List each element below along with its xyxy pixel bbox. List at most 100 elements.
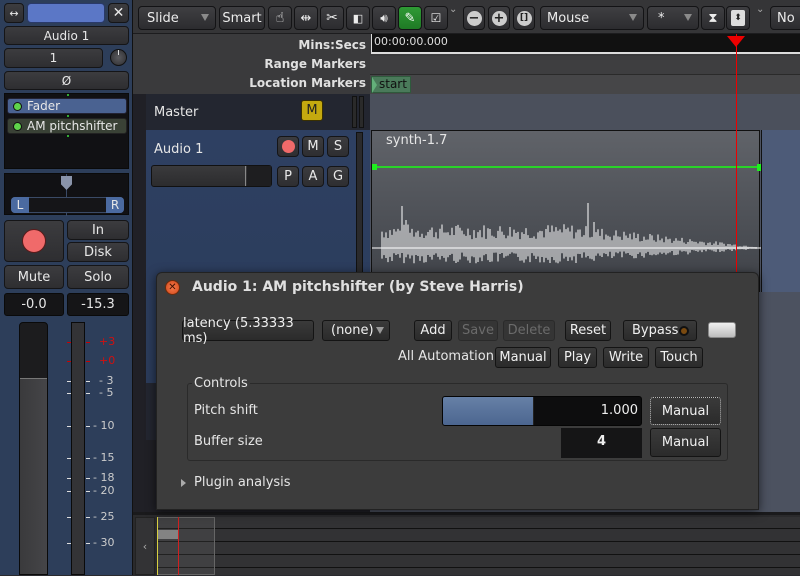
buffer-size-automation-button[interactable]: Manual bbox=[650, 428, 721, 457]
editor-toolbar: Slide Smart ☝ ⇹ ✂ ◧ 🔊︎ ✎ ☑ ⌄ − + [] Mous… bbox=[133, 0, 800, 34]
processor-active-led-icon[interactable] bbox=[14, 122, 21, 130]
latency-button[interactable]: latency (5.33333 ms) bbox=[182, 316, 314, 346]
automation-manual-button[interactable]: Manual bbox=[495, 347, 551, 368]
internal-edit-tool-button[interactable]: ☑ bbox=[424, 6, 448, 30]
meter-tick bbox=[67, 393, 71, 394]
track-name-button[interactable]: Audio 1 bbox=[4, 26, 129, 45]
processor-active-led-icon[interactable] bbox=[14, 102, 21, 110]
zoom-focus-value: Mouse bbox=[547, 10, 590, 26]
audition-tool-button[interactable]: 🔊︎ bbox=[372, 6, 396, 30]
phase-invert-button[interactable]: Ø bbox=[4, 71, 129, 90]
preset-delete-button[interactable]: Delete bbox=[503, 320, 555, 341]
pitch-shift-slider[interactable]: 1.000 bbox=[442, 396, 642, 426]
stretch-tool-button[interactable]: ◧ bbox=[346, 6, 370, 30]
zoom-expand-chevron-icon[interactable]: ⌄ bbox=[756, 4, 764, 15]
track-name-master[interactable]: Master bbox=[154, 105, 198, 120]
start-marker[interactable]: start bbox=[371, 76, 411, 93]
region-gain-line[interactable] bbox=[373, 166, 760, 168]
monitor-input-button[interactable]: In bbox=[67, 220, 129, 240]
meter-scale-label: +0 bbox=[99, 354, 116, 367]
zoom-focus-select[interactable]: Mouse bbox=[540, 6, 644, 30]
meter-scale-label: - 18 bbox=[93, 471, 115, 484]
summary-scroll-left-button[interactable]: ‹ bbox=[135, 517, 155, 575]
input-button[interactable]: 1 bbox=[4, 48, 103, 68]
window-title: Audio 1: AM pitchshifter (by Steve Harri… bbox=[192, 279, 524, 295]
tools-expand-chevron-icon[interactable]: ⌄ bbox=[449, 4, 457, 15]
speaker-icon: 🔊︎ bbox=[380, 10, 388, 25]
track-gain-slider[interactable] bbox=[151, 165, 272, 187]
monitor-disk-button[interactable]: Disk bbox=[67, 242, 129, 262]
hide-strip-button[interactable]: ✕ bbox=[108, 3, 129, 23]
track-playlist-button[interactable]: P bbox=[277, 166, 299, 187]
meter-tick bbox=[86, 458, 90, 459]
automation-touch-button[interactable]: Touch bbox=[655, 347, 703, 368]
summary-viewport[interactable] bbox=[157, 517, 215, 575]
gain-fader[interactable] bbox=[19, 322, 48, 575]
zoom-out-button[interactable]: − bbox=[463, 6, 485, 30]
processor-fader[interactable]: Fader bbox=[7, 98, 127, 114]
automation-play-button[interactable]: Play bbox=[558, 347, 597, 368]
gain-display[interactable]: -0.0 bbox=[4, 293, 64, 316]
zoom-in-button[interactable]: + bbox=[488, 6, 510, 30]
meter-tick bbox=[67, 342, 71, 343]
meter-tick bbox=[67, 517, 71, 518]
close-window-button[interactable]: ✕ bbox=[165, 280, 180, 295]
record-enable-button[interactable] bbox=[4, 220, 64, 262]
track-meter bbox=[356, 132, 363, 282]
timecode-label: 00:00:00.000 bbox=[374, 35, 448, 48]
keyboard-icon[interactable] bbox=[708, 322, 736, 338]
gain-control-point[interactable] bbox=[372, 164, 377, 170]
pan-position-handle[interactable] bbox=[61, 176, 72, 190]
grab-tool-button[interactable]: ☝ bbox=[268, 6, 292, 30]
track-color-bar[interactable] bbox=[27, 3, 105, 23]
zoom-to-session-button[interactable]: [] bbox=[513, 6, 535, 30]
meter-scale-label: - 5 bbox=[99, 386, 114, 399]
track-record-button[interactable] bbox=[277, 136, 299, 157]
range-tool-button[interactable]: ⇹ bbox=[294, 6, 318, 30]
track-name-audio-1[interactable]: Audio 1 bbox=[154, 142, 203, 157]
grid-mode-select[interactable]: No bbox=[770, 6, 800, 30]
strip-width-button[interactable]: ↔ bbox=[4, 3, 24, 23]
meter-scale-label: - 20 bbox=[93, 484, 115, 497]
expand-tracks-button[interactable]: ⬍ bbox=[726, 6, 750, 30]
solo-button[interactable]: Solo bbox=[67, 265, 129, 289]
automation-write-button[interactable]: Write bbox=[603, 347, 649, 368]
preset-save-button[interactable]: Save bbox=[458, 320, 498, 341]
meter-tick bbox=[67, 426, 71, 427]
pitch-shift-automation-button[interactable]: Manual bbox=[650, 397, 721, 425]
shrink-tracks-button[interactable]: ⧗ bbox=[701, 6, 725, 30]
track-solo-button[interactable]: S bbox=[327, 136, 349, 157]
smart-mode-button[interactable]: Smart bbox=[219, 6, 265, 30]
meter-tick bbox=[86, 543, 90, 544]
plugin-analysis-expander[interactable]: Plugin analysis bbox=[181, 475, 291, 490]
buffer-size-spinner[interactable]: 4 bbox=[561, 428, 642, 458]
visible-tracks-select[interactable]: * bbox=[647, 6, 699, 30]
preset-select[interactable]: (none) bbox=[322, 320, 390, 341]
playhead-line[interactable] bbox=[736, 34, 737, 272]
panner[interactable]: L R bbox=[4, 173, 129, 216]
track-automation-button[interactable]: A bbox=[302, 166, 324, 187]
summary-playhead bbox=[178, 517, 179, 575]
track-group-button[interactable]: G bbox=[327, 166, 349, 187]
peak-display[interactable]: -15.3 bbox=[67, 293, 129, 316]
draw-tool-button[interactable]: ✎ bbox=[398, 6, 422, 30]
processor-label: AM pitchshifter bbox=[27, 119, 118, 133]
record-icon bbox=[281, 140, 295, 153]
reset-button[interactable]: Reset bbox=[565, 320, 611, 341]
bypass-button[interactable]: Bypass bbox=[623, 320, 697, 341]
track-header-master[interactable]: Master M bbox=[146, 94, 370, 130]
plugin-analysis-label: Plugin analysis bbox=[194, 475, 291, 490]
master-mute-button[interactable]: M bbox=[301, 100, 323, 121]
processor-am-pitchshifter[interactable]: AM pitchshifter bbox=[7, 118, 127, 134]
mute-button[interactable]: Mute bbox=[4, 265, 64, 289]
meter-tick bbox=[67, 361, 71, 362]
editor-summary[interactable]: ‹ bbox=[133, 512, 800, 575]
ruler-label-range-markers: Range Markers bbox=[264, 57, 366, 71]
cut-tool-button[interactable]: ✂ bbox=[320, 6, 344, 30]
edit-mode-value: Slide bbox=[147, 10, 179, 26]
level-meter bbox=[71, 322, 85, 575]
preset-add-button[interactable]: Add bbox=[414, 320, 452, 341]
edit-mode-select[interactable]: Slide bbox=[138, 6, 216, 30]
track-mute-button[interactable]: M bbox=[302, 136, 324, 157]
audio-region[interactable]: synth-1.7 bbox=[371, 130, 762, 292]
